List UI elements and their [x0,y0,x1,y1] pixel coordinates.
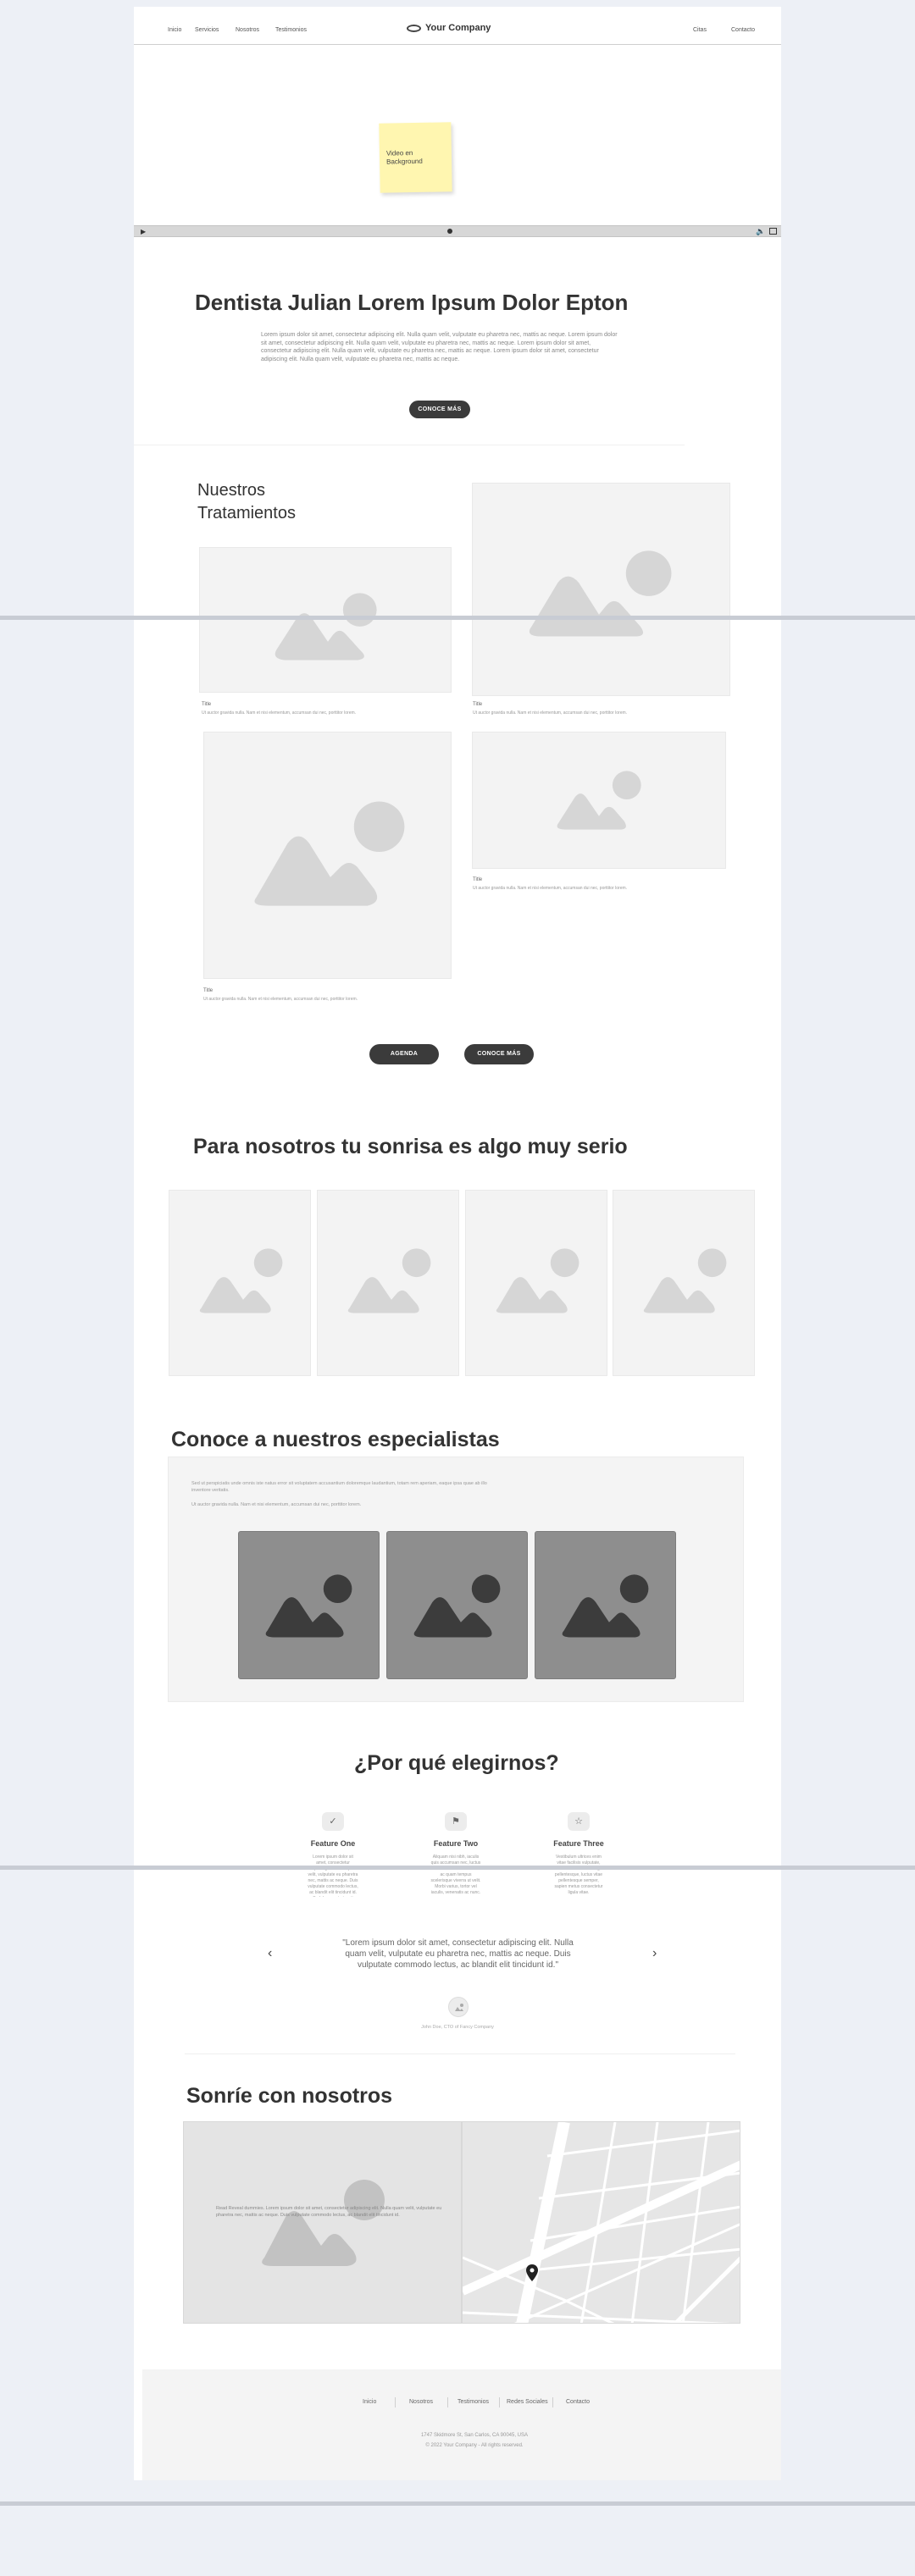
image-placeholder-icon [562,1574,649,1638]
fullscreen-icon[interactable] [769,228,777,235]
treatment-image-3 [203,732,452,979]
feature-two-title: Feature Two [433,1839,479,1848]
image-placeholder-icon [413,1574,501,1638]
image-placeholder-icon [557,771,641,830]
progress-handle[interactable] [447,229,452,234]
image-placeholder-icon [199,1248,283,1313]
feature-two-text: Aliquam nisi nibh, iaculis quis accumsan… [430,1855,481,1895]
specialists-text-2: Ut auctor gravida nulla. Nam et nisi ele… [191,1502,362,1507]
feature-three-text: Vestibulum ultrices enim vitae facilisis… [554,1855,604,1895]
feature-three-title: Feature Three [553,1839,604,1848]
section-divider-line [0,2501,915,2506]
image-placeholder-icon [347,1248,431,1313]
nav-link-servicios[interactable]: Servicios [195,27,219,33]
contact-title: Sonríe con nosotros [186,2084,393,2108]
treatment-image-2 [472,483,730,696]
agenda-button[interactable]: AGENDA [369,1044,439,1064]
sticky-note: Video en Background [379,122,452,193]
image-placeholder-icon [274,593,377,661]
treatment-image-1 [199,547,452,693]
map-streets [463,2122,740,2323]
footer-separator [499,2397,500,2407]
feature-one-title: Feature One [310,1839,356,1848]
testimonial-next-button[interactable]: › [652,1946,657,1961]
gallery-image-2 [317,1190,459,1376]
treatment-title-1: Title [202,702,212,707]
specialists-text-1: Sed ut perspiciatis unde omnis iste natu… [191,1481,487,1493]
treatment-image-4 [472,732,726,869]
treatment-title-3: Title [203,988,214,993]
why-title: ¿Por qué elegirnos? [354,1751,559,1775]
treatment-text-3: Ut auctor gravida nulla. Nam et nisi ele… [203,997,358,1002]
play-icon[interactable]: ▶ [141,228,146,235]
footer-separator [447,2397,448,2407]
nav-link-contacto[interactable]: Contacto [731,27,755,33]
nav-link-inicio[interactable]: Inicio [168,27,181,33]
nav-link-nosotros[interactable]: Nosotros [236,27,259,33]
contact-text: Read Reveal dummies. Lorem ipsum dolor s… [216,2206,442,2218]
star-icon: ☆ [568,1812,590,1831]
footer-link-inicio[interactable]: Inicio [363,2399,376,2405]
treatments-title-line2: Tratamientos [197,504,296,522]
specialist-photo-1 [238,1531,380,1679]
sticky-note-text: Video en Background [385,149,423,166]
image-placeholder-icon [643,1248,727,1313]
treatments-title-line1: Nuestros [197,481,266,500]
image-placeholder-icon [254,801,405,906]
footer-link-redes-sociales[interactable]: Redes Sociales [507,2399,548,2405]
hero-video[interactable]: Video en Background [134,46,781,225]
testimonial-author: John Doe, CTO of Fancy Company [421,2025,494,2030]
nav-link-citas[interactable]: Citas [693,27,707,33]
map-pin-icon[interactable] [526,2264,538,2281]
footer-link-contacto[interactable]: Contacto [566,2399,590,2405]
contact-image-panel: Read Reveal dummies. Lorem ipsum dolor s… [183,2121,462,2324]
footer-address: 1747 Skidmore St, San Carlos, CA 90045, … [420,2433,529,2438]
volume-icon[interactable]: 🔈 [756,227,765,236]
brand-logo[interactable]: Your Company [407,23,508,35]
specialist-photo-3 [535,1531,676,1679]
testimonial-prev-button[interactable]: ‹ [268,1946,272,1961]
intro-body: Lorem ipsum dolor sit amet, consectetur … [261,332,618,362]
specialists-title: Conoce a nuestros especialistas [171,1428,500,1451]
intro-title: Dentista Julian Lorem Ipsum Dolor Epton [195,290,629,315]
nav-link-testimonios[interactable]: Testimonios [275,27,307,33]
gallery-image-3 [465,1190,607,1376]
video-controls: ▶ 🔈 [134,225,781,237]
treatments-more-button[interactable]: CONOCE MÁS [464,1044,534,1064]
gallery-image-1 [169,1190,311,1376]
flag-icon: ⚑ [445,1812,467,1831]
smile-title: Para nosotros tu sonrisa es algo muy ser… [193,1135,628,1158]
feature-one-text: Lorem ipsum dolor sit amet, consectetur … [308,1855,358,1897]
footer-link-nosotros[interactable]: Nosotros [409,2399,433,2405]
image-placeholder-icon [496,1248,580,1313]
treatment-title-4: Title [473,877,483,882]
treatment-title-2: Title [473,702,483,707]
specialist-photo-2 [386,1531,528,1679]
treatment-text-2: Ut auctor gravida nulla. Nam et nisi ele… [473,710,628,716]
check-icon: ✓ [322,1812,344,1831]
image-placeholder-icon [262,2180,385,2266]
location-map[interactable] [462,2121,740,2324]
gallery-image-4 [613,1190,755,1376]
section-divider-line [0,616,915,620]
footer-separator [395,2397,396,2407]
image-placeholder-icon [265,1574,352,1638]
treatment-text-1: Ut auctor gravida nulla. Nam et nisi ele… [202,710,357,716]
footer-copyright: © 2022 Your Company - All rights reserve… [425,2443,524,2448]
treatment-text-4: Ut auctor gravida nulla. Nam et nisi ele… [473,886,628,891]
testimonial-quote: "Lorem ipsum dolor sit amet, consectetur… [342,1938,574,1970]
footer-separator [552,2397,553,2407]
site-header: Inicio Servicios Nosotros Testimonios Yo… [134,7,781,45]
avatar-placeholder-icon [455,2004,463,2011]
site-footer [142,2369,781,2480]
image-placeholder-icon [529,550,672,637]
footer-link-testimonios[interactable]: Testimonios [458,2399,489,2405]
brand-name: Your Company [425,23,491,33]
section-divider-line [0,1866,915,1870]
intro-more-button[interactable]: CONOCE MÁS [409,401,470,418]
testimonial-avatar [448,1997,469,2017]
logo-icon [407,25,421,32]
